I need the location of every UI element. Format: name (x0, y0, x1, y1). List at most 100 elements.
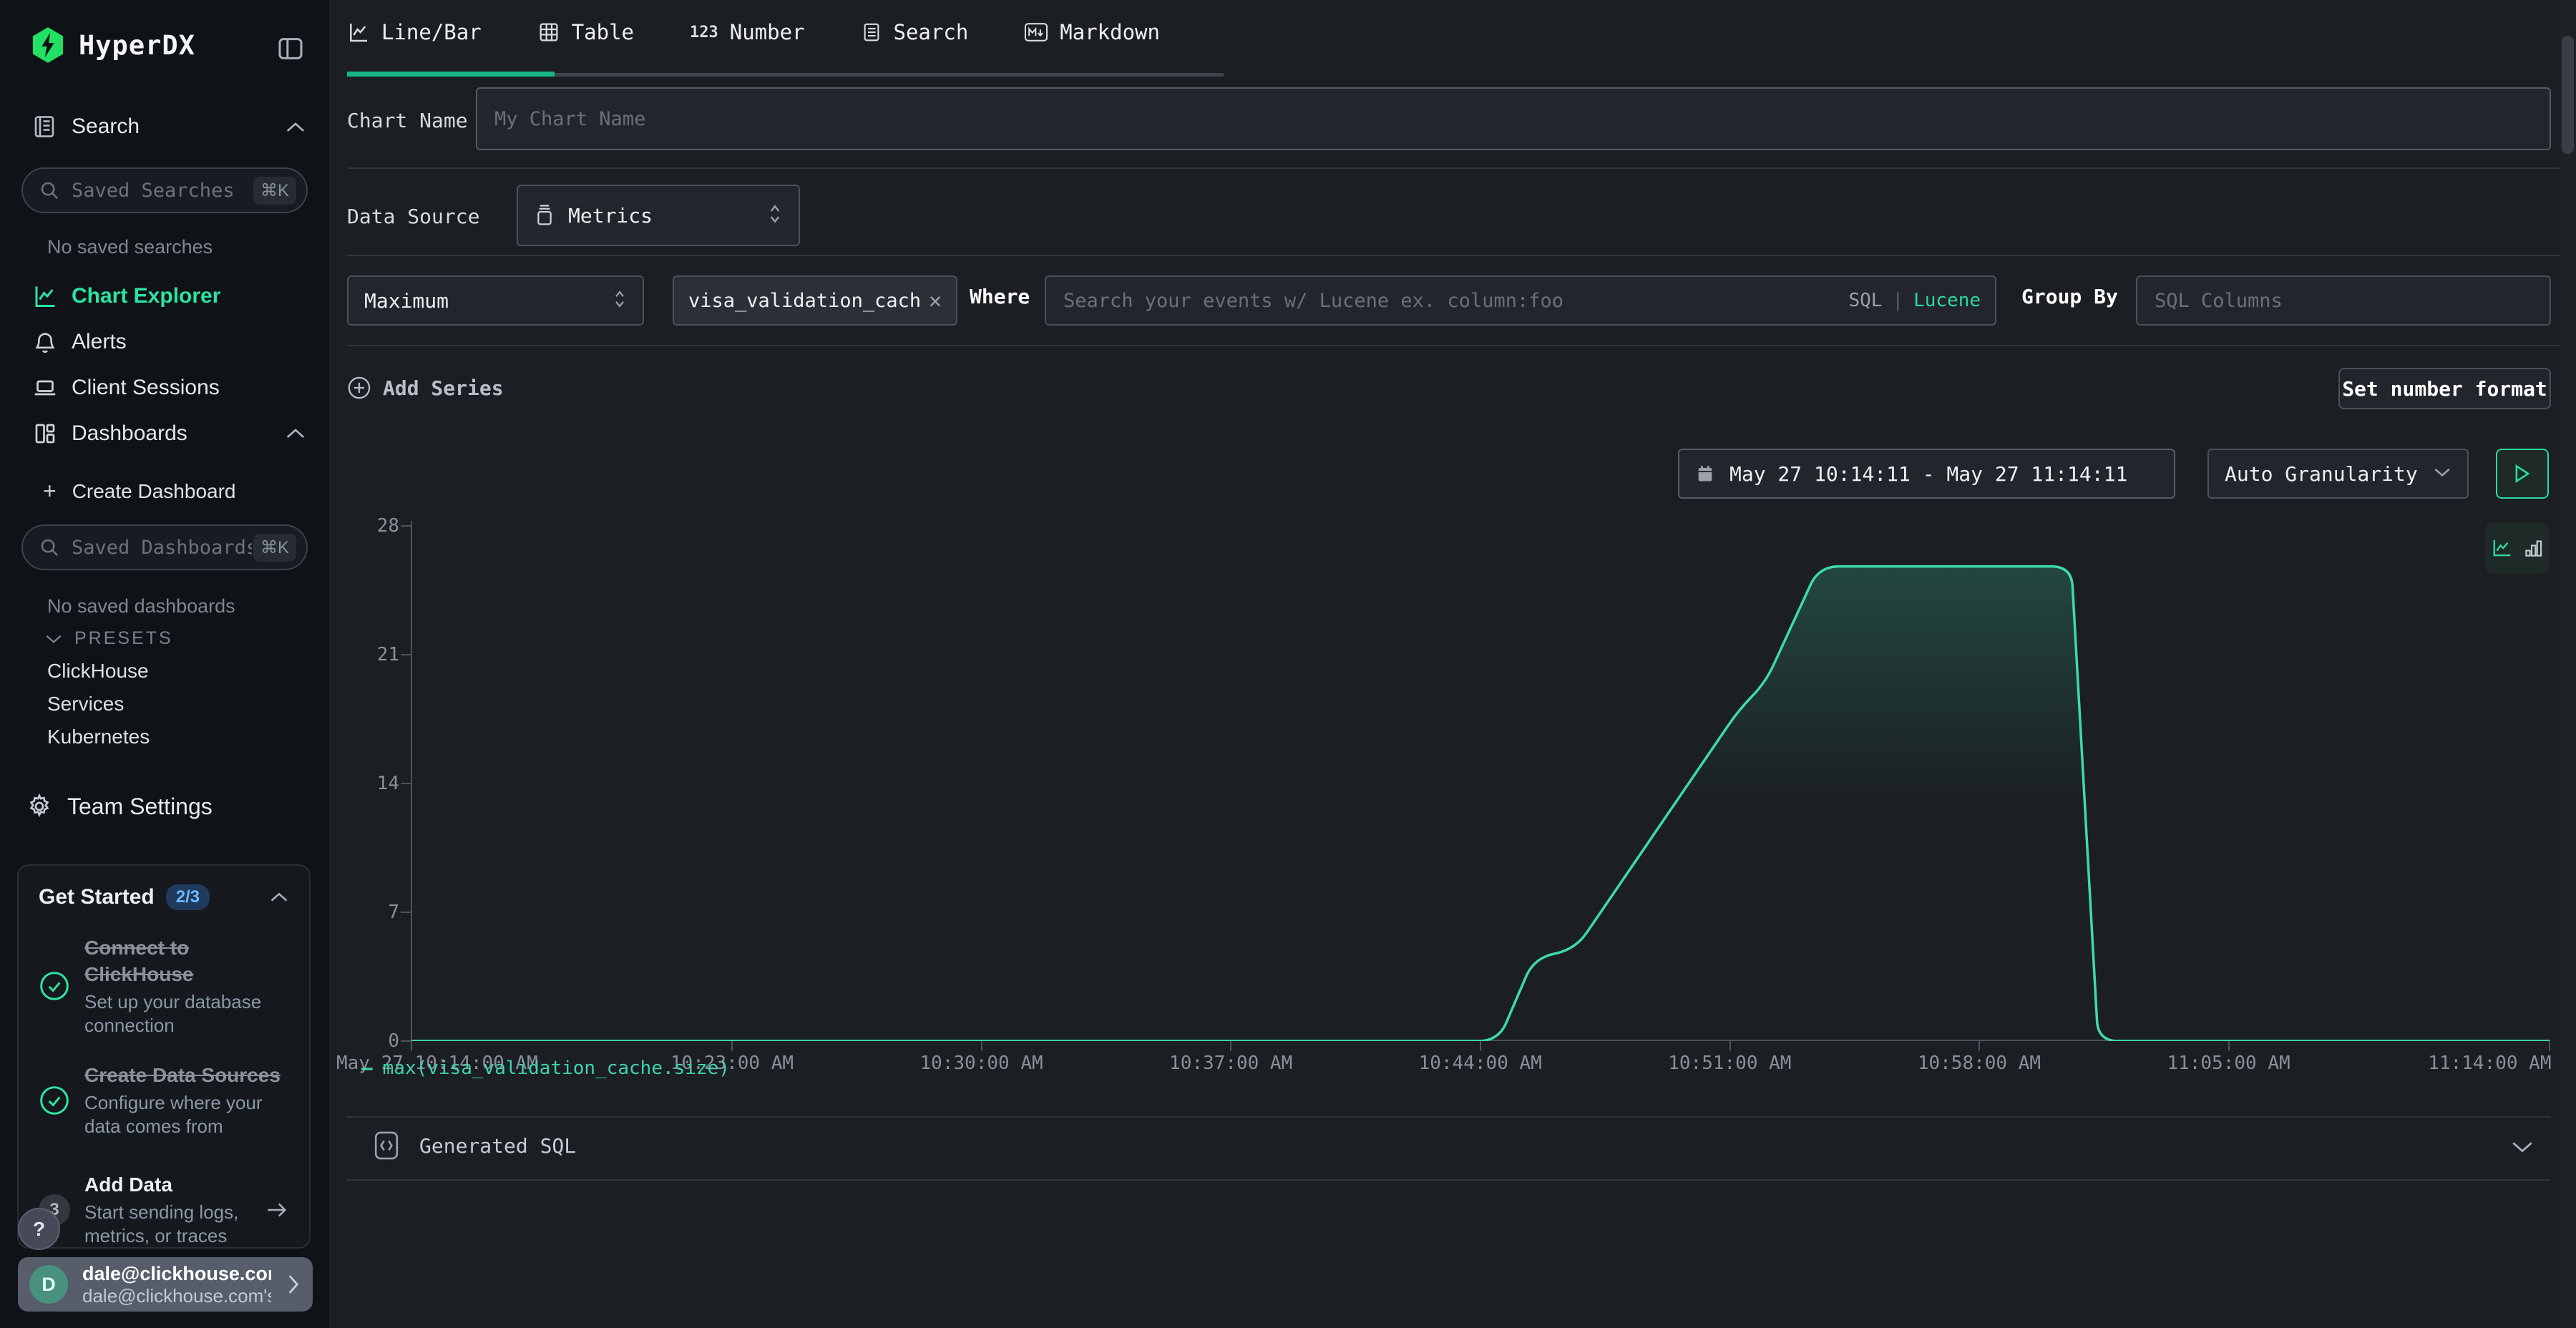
chart-name-input[interactable] (477, 108, 2550, 130)
data-source-select[interactable]: Metrics (517, 185, 800, 246)
get-started-step-3[interactable]: 3 Add Data Start sending logs, metrics, … (39, 1171, 289, 1248)
sidebar-item-dashboards[interactable]: Dashboards (31, 421, 187, 446)
saved-dashboards-search[interactable]: ⌘K (21, 524, 308, 570)
x-tickmark (411, 1041, 412, 1051)
generated-sql-chevron-down-icon[interactable] (2510, 1139, 2534, 1158)
chevron-right-icon (286, 1273, 301, 1296)
laptop-icon (31, 375, 59, 401)
preset-item-kubernetes[interactable]: Kubernetes (47, 726, 150, 748)
data-source-label: Data Source (347, 205, 479, 228)
divider (347, 1116, 2551, 1118)
query-language-toggle: SQL | Lucene (1848, 290, 1981, 311)
database-icon (534, 204, 555, 227)
sidebar-section-search[interactable]: Search (31, 113, 140, 140)
tab-underline-track (555, 73, 1224, 77)
tab-markdown[interactable]: Markdown (1024, 20, 1160, 44)
tab-number[interactable]: 123 Number (690, 20, 805, 44)
saved-searches-input[interactable] (70, 179, 253, 202)
saved-dashboards-shortcut: ⌘K (253, 534, 296, 562)
line-chart-plot[interactable] (411, 521, 2550, 1041)
calendar-icon (1695, 463, 1715, 484)
y-tick-label: 0 (335, 1030, 399, 1052)
saved-searches-search[interactable]: ⌘K (21, 167, 308, 213)
saved-dashboards-input[interactable] (70, 536, 253, 560)
get-started-step-1[interactable]: Connect to ClickHouse Set up your databa… (39, 934, 289, 1038)
no-saved-searches-text: No saved searches (47, 236, 213, 258)
sql-toggle[interactable]: SQL (1848, 290, 1882, 311)
date-range-picker[interactable]: May 27 10:14:11 - May 27 11:14:11 (1678, 449, 2175, 499)
search-section-icon (31, 113, 57, 140)
user-email: dale@clickhouse.com (82, 1263, 271, 1285)
x-tick-label: 11:14:00 AM (2428, 1053, 2551, 1074)
magnifier-icon (39, 180, 60, 201)
get-started-step-2[interactable]: Create Data Sources Configure where your… (39, 1062, 289, 1138)
date-range-value: May 27 10:14:11 - May 27 11:14:11 (1729, 462, 2127, 486)
no-saved-dashboards-text: No saved dashboards (47, 595, 235, 617)
sidebar-item-team-settings[interactable]: Team Settings (26, 793, 213, 820)
app-title: HyperDX (79, 30, 195, 61)
tab-table[interactable]: Table (537, 20, 634, 44)
metric-tag[interactable]: visa_validation_cach ✕ (673, 275, 957, 326)
series-area-fill (411, 567, 2550, 1041)
generated-sql-header[interactable]: Generated SQL (372, 1129, 576, 1162)
sidebar: HyperDX Search ⌘K No saved searches (0, 0, 330, 1328)
help-button[interactable]: ? (18, 1208, 60, 1250)
create-dashboard-button[interactable]: + Create Dashboard (43, 478, 236, 504)
y-tickmark (401, 912, 411, 913)
group-by-input[interactable] (2137, 290, 2550, 312)
user-menu[interactable]: D dale@clickhouse.com dale@clickhouse.co… (18, 1257, 313, 1312)
tab-search[interactable]: Search (861, 20, 969, 44)
scrollbar-track[interactable] (2560, 0, 2576, 1328)
y-tick-label: 7 (335, 902, 399, 923)
get-started-chevron-up-icon[interactable] (269, 891, 289, 904)
granularity-select[interactable]: Auto Granularity (2207, 449, 2469, 499)
chevron-down-icon (44, 633, 63, 645)
tab-label: Number (730, 20, 805, 44)
dashboards-chevron-up-icon[interactable] (285, 426, 306, 444)
run-query-button[interactable] (2496, 449, 2549, 499)
where-field[interactable]: SQL | Lucene (1045, 275, 1996, 326)
get-started-header[interactable]: Get Started 2/3 (39, 884, 289, 910)
hyperdx-logo-icon (31, 27, 64, 63)
chart-legend[interactable]: — max(visa_validation_cache.size) (361, 1058, 730, 1079)
hyperdx-app: HyperDX Search ⌘K No saved searches (0, 0, 2576, 1328)
get-started-card: Get Started 2/3 Connect to ClickHouse Se… (17, 864, 311, 1249)
y-tickmark (401, 783, 411, 784)
set-number-format-button[interactable]: Set number format (2338, 368, 2551, 409)
where-label: Where (970, 285, 1030, 308)
search-section-label: Search (72, 114, 140, 139)
metric-tag-label: visa_validation_cach (688, 290, 921, 312)
scrollbar-thumb[interactable] (2562, 36, 2574, 154)
lucene-toggle[interactable]: Lucene (1913, 290, 1981, 311)
tab-line-bar[interactable]: Line/Bar (347, 20, 482, 44)
group-by-field[interactable] (2136, 275, 2551, 326)
sidebar-item-chart-explorer[interactable]: Chart Explorer (31, 283, 220, 309)
sidebar-item-label: Alerts (72, 330, 127, 354)
legend-series-name: max(visa_validation_cache.size) (383, 1058, 730, 1079)
chart-name-field[interactable] (476, 87, 2551, 150)
remove-metric-icon[interactable]: ✕ (929, 288, 942, 313)
presets-label: PRESETS (74, 628, 173, 649)
search-section-chevron-up-icon[interactable] (285, 120, 306, 138)
table-icon (537, 21, 560, 44)
preset-item-services[interactable]: Services (47, 693, 124, 716)
where-input[interactable] (1046, 290, 1848, 312)
plus-icon: + (43, 478, 57, 504)
sidebar-item-client-sessions[interactable]: Client Sessions (31, 375, 220, 401)
x-tick-label: 10:51:00 AM (1668, 1053, 1791, 1074)
divider (347, 1179, 2551, 1181)
x-tickmark (1979, 1041, 1980, 1051)
presets-group[interactable]: PRESETS (44, 628, 173, 649)
app-logo[interactable]: HyperDX (31, 27, 195, 63)
aggregation-select[interactable]: Maximum (347, 275, 644, 326)
preset-item-clickhouse[interactable]: ClickHouse (47, 660, 149, 683)
x-tickmark (731, 1041, 733, 1051)
x-tickmark (981, 1041, 982, 1051)
step-title: Create Data Sources (84, 1062, 289, 1088)
add-series-button[interactable]: Add Series (347, 376, 504, 400)
x-tick-label: 10:37:00 AM (1169, 1053, 1292, 1074)
sidebar-collapse-icon[interactable] (276, 34, 305, 67)
sidebar-item-alerts[interactable]: Alerts (31, 329, 127, 355)
divider (347, 167, 2560, 169)
gear-icon (26, 793, 53, 820)
